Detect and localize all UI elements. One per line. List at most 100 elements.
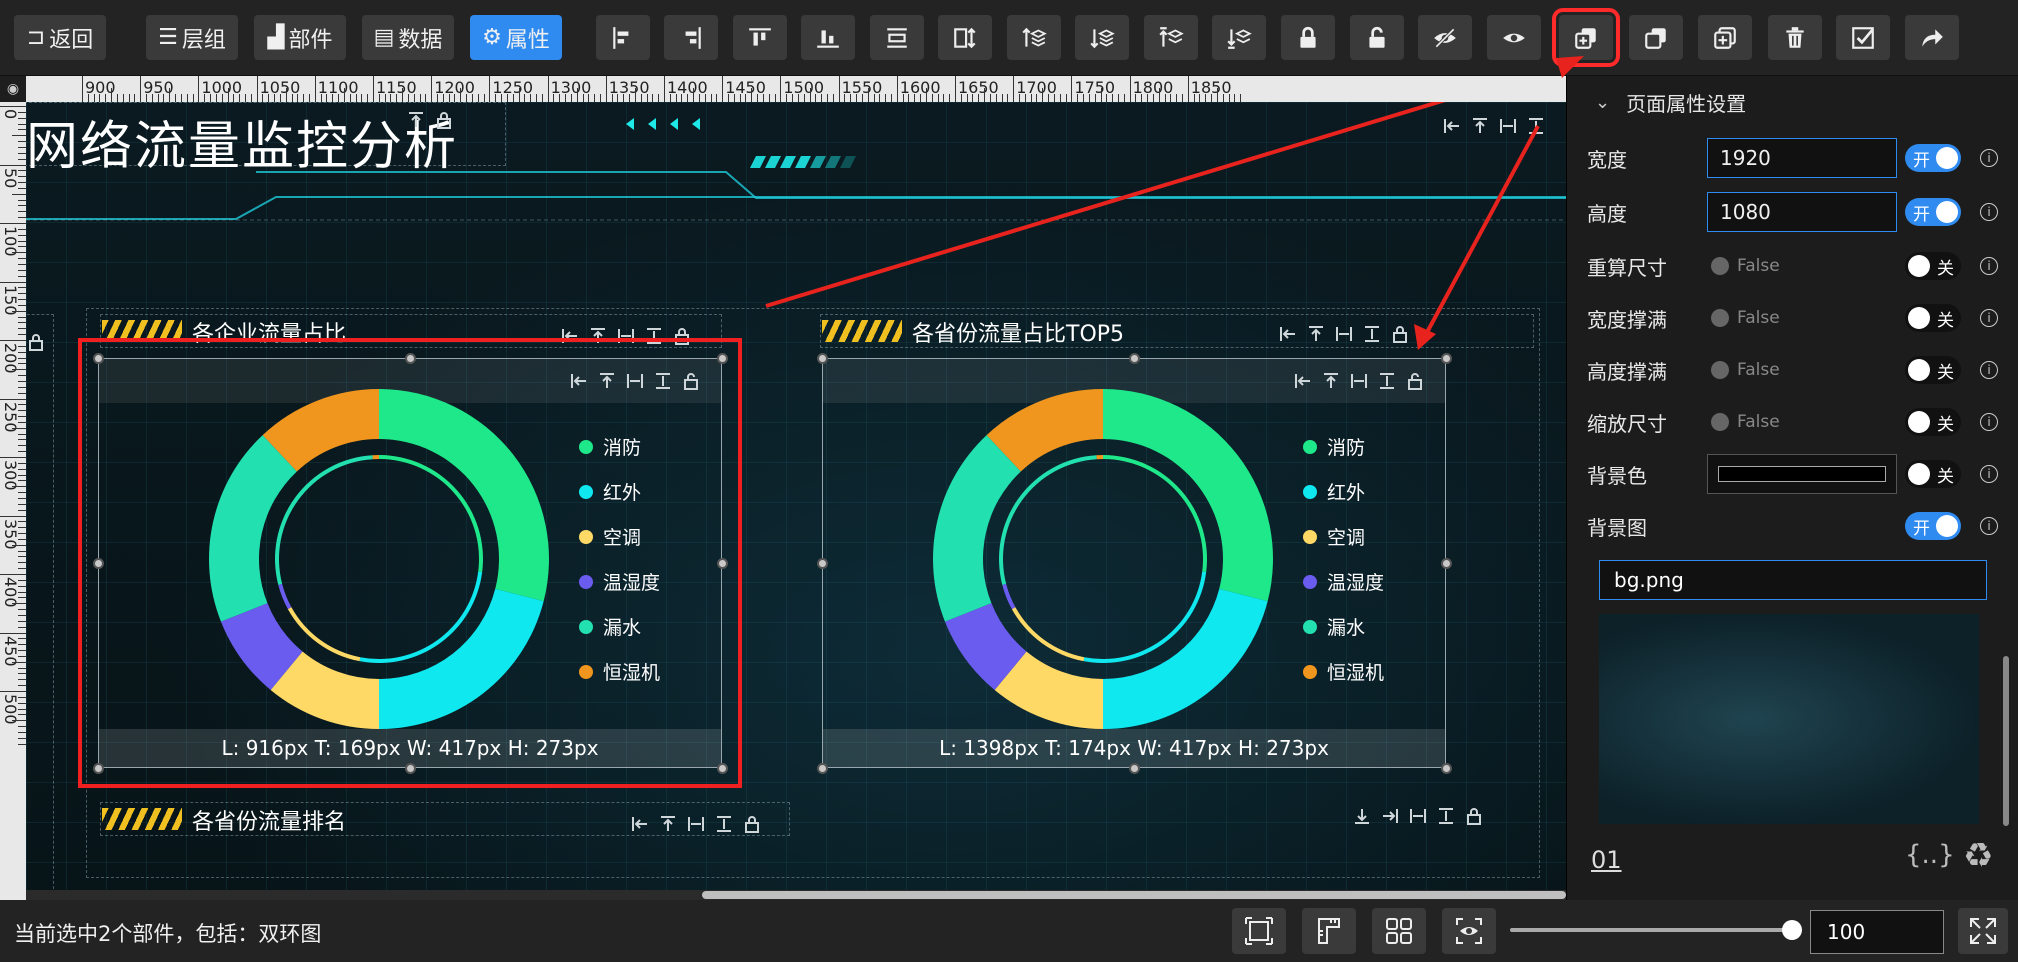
- panel-scrollbar[interactable]: [2003, 656, 2009, 826]
- bg-image-input[interactable]: bg.png: [1599, 560, 1987, 600]
- stretch-horizontal-icon[interactable]: [1334, 324, 1354, 344]
- inner-ring-slice-4[interactable]: [1002, 583, 1016, 610]
- inner-ring-slice-6[interactable]: [1096, 455, 1103, 460]
- unlock-icon[interactable]: [1405, 371, 1425, 391]
- align-top-icon[interactable]: [1470, 116, 1490, 136]
- lock-icon[interactable]: [742, 814, 762, 834]
- stretch-horizontal-icon[interactable]: [1408, 806, 1428, 826]
- scrollbar-thumb[interactable]: [702, 891, 1566, 899]
- legend-item[interactable]: 恒湿机: [1303, 658, 1384, 685]
- stretch-vertical-icon[interactable]: [1436, 806, 1456, 826]
- delete-button[interactable]: [1768, 15, 1822, 60]
- bgcolor-toggle[interactable]: 关: [1905, 460, 1961, 488]
- show-button[interactable]: [1487, 15, 1541, 60]
- resize-handle[interactable]: [1129, 353, 1140, 364]
- eye-icon[interactable]: ◉: [0, 76, 26, 102]
- horizontal-scrollbar[interactable]: [26, 890, 1566, 900]
- select-all-button[interactable]: [1836, 15, 1890, 60]
- align-top-icon[interactable]: [1306, 324, 1326, 344]
- redo-button[interactable]: [1905, 15, 1959, 60]
- align-left-icon[interactable]: [630, 814, 650, 834]
- design-canvas[interactable]: 网络流量监控分析 各企业流量占比 各省份流量占比TOP5 消防 红外 空调 温湿…: [26, 102, 1566, 900]
- info-icon[interactable]: i: [1980, 203, 1998, 221]
- legend-item[interactable]: 消防: [1303, 433, 1384, 460]
- widgets-button[interactable]: ▟ 部件: [254, 15, 346, 60]
- align-left-icon[interactable]: [1442, 116, 1462, 136]
- stretch-vertical-icon[interactable]: [1526, 116, 1546, 136]
- send-to-back-button[interactable]: [1212, 15, 1266, 60]
- lock-icon[interactable]: [1464, 806, 1484, 826]
- height-toggle[interactable]: 开: [1905, 198, 1961, 226]
- lock-icon[interactable]: [1390, 324, 1410, 344]
- resize-handle[interactable]: [817, 353, 828, 364]
- bring-forward-button[interactable]: [1007, 15, 1061, 60]
- grid-button[interactable]: [1372, 908, 1426, 954]
- bring-to-front-button[interactable]: [1144, 15, 1198, 60]
- fill-width-value[interactable]: False: [1707, 308, 1897, 328]
- align-top-icon[interactable]: [658, 814, 678, 834]
- left-frame[interactable]: [26, 314, 54, 900]
- info-icon[interactable]: i: [1980, 309, 1998, 327]
- info-icon[interactable]: i: [1980, 517, 1998, 535]
- copy-button[interactable]: [1629, 15, 1683, 60]
- fullscreen-button[interactable]: [1958, 908, 2008, 954]
- align-left-button[interactable]: [596, 15, 650, 60]
- align-right-icon[interactable]: [1380, 806, 1400, 826]
- recycle-icon[interactable]: ♻: [1963, 836, 1993, 876]
- hide-button[interactable]: [1418, 15, 1472, 60]
- zoom-slider-knob[interactable]: [1782, 920, 1802, 940]
- ruler-button[interactable]: [1302, 908, 1356, 954]
- info-icon[interactable]: i: [1980, 465, 1998, 483]
- resize-handle[interactable]: [1129, 763, 1140, 774]
- info-icon[interactable]: i: [1980, 257, 1998, 275]
- bgcolor-picker[interactable]: [1707, 454, 1897, 494]
- align-top-icon[interactable]: [1321, 371, 1341, 391]
- align-left-icon[interactable]: [1278, 324, 1298, 344]
- align-top-icon[interactable]: [406, 110, 426, 130]
- code-icon[interactable]: {..}: [1905, 840, 1955, 870]
- stretch-vertical-icon[interactable]: [1377, 371, 1397, 391]
- align-right-button[interactable]: [664, 15, 718, 60]
- legend-item[interactable]: 温湿度: [1303, 568, 1384, 595]
- width-input[interactable]: 1920: [1707, 138, 1897, 178]
- width-toggle[interactable]: 开: [1905, 144, 1961, 172]
- zoom-toggle[interactable]: 关: [1905, 408, 1961, 436]
- preview-button[interactable]: [1442, 908, 1496, 954]
- resize-handle[interactable]: [817, 558, 828, 569]
- properties-button[interactable]: ⚙ 属性: [470, 15, 562, 60]
- double-ring-chart-widget[interactable]: 消防 红外 空调 温湿度 漏水 恒湿机 L: 1398px T: 174px W: 417…: [822, 358, 1446, 768]
- height-input[interactable]: 1080: [1707, 192, 1897, 232]
- distribute-vertical-button[interactable]: [938, 15, 992, 60]
- align-top-button[interactable]: [733, 15, 787, 60]
- zoom-slider[interactable]: [1510, 920, 1802, 940]
- resize-handle[interactable]: [1441, 558, 1452, 569]
- align-bottom-icon[interactable]: [1352, 806, 1372, 826]
- stretch-horizontal-icon[interactable]: [1349, 371, 1369, 391]
- outer-ring-slice-1[interactable]: [1103, 389, 1273, 602]
- back-button[interactable]: ⊐ 返回: [14, 15, 106, 60]
- fill-height-toggle[interactable]: 关: [1905, 356, 1961, 384]
- paste-button[interactable]: [1698, 15, 1752, 60]
- distribute-horizontal-button[interactable]: [870, 15, 924, 60]
- resize-handle[interactable]: [1441, 353, 1452, 364]
- send-backward-button[interactable]: [1075, 15, 1129, 60]
- resize-handle[interactable]: [817, 763, 828, 774]
- recalc-value[interactable]: False: [1707, 256, 1897, 276]
- info-icon[interactable]: i: [1980, 149, 1998, 167]
- section-header[interactable]: ⌄ 页面属性设置: [1595, 88, 1746, 117]
- fill-height-value[interactable]: False: [1707, 360, 1897, 380]
- bgimage-toggle[interactable]: 开: [1905, 512, 1961, 540]
- legend-item[interactable]: 红外: [1303, 478, 1384, 505]
- fill-width-toggle[interactable]: 关: [1905, 304, 1961, 332]
- info-icon[interactable]: i: [1980, 413, 1998, 431]
- info-icon[interactable]: i: [1980, 361, 1998, 379]
- fit-screen-button[interactable]: [1232, 908, 1286, 954]
- legend-item[interactable]: 空调: [1303, 523, 1384, 550]
- stretch-vertical-icon[interactable]: [1362, 324, 1382, 344]
- stretch-horizontal-icon[interactable]: [1498, 116, 1518, 136]
- zoom-input[interactable]: 100: [1810, 910, 1944, 954]
- layers-button[interactable]: ☰ 层组: [146, 15, 238, 60]
- stretch-vertical-icon[interactable]: [714, 814, 734, 834]
- resize-handle[interactable]: [1441, 763, 1452, 774]
- legend-item[interactable]: 漏水: [1303, 613, 1384, 640]
